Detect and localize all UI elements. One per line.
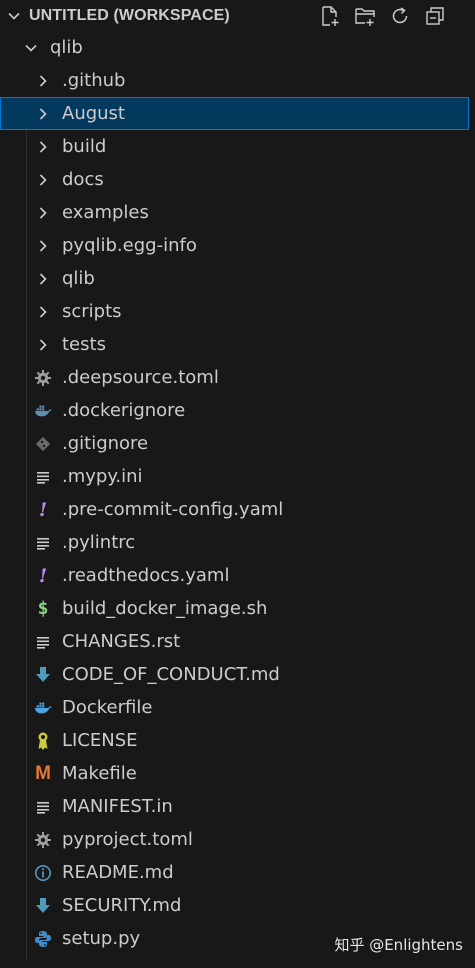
chevron-right-icon bbox=[34, 204, 52, 222]
file-item[interactable]: MANIFEST.in bbox=[0, 790, 469, 823]
chevron-right-icon bbox=[34, 270, 52, 288]
docker-icon bbox=[34, 699, 52, 717]
workspace-title: UNTITLED (WORKSPACE) bbox=[29, 7, 230, 24]
chevron-right-icon bbox=[34, 336, 52, 354]
file-label: .gitignore bbox=[62, 433, 149, 454]
new-file-icon bbox=[322, 6, 339, 26]
folder-label: qlib bbox=[50, 37, 83, 58]
file-label: .pre-commit-config.yaml bbox=[62, 499, 284, 520]
file-item[interactable]: ! .readthedocs.yaml bbox=[0, 559, 469, 592]
watermark: 知乎 @Enlightens bbox=[334, 936, 463, 954]
folder-label: .github bbox=[62, 70, 126, 91]
folder-item[interactable]: examples bbox=[0, 196, 469, 229]
folder-root-qlib[interactable]: qlib bbox=[0, 31, 469, 64]
folder-item[interactable]: scripts bbox=[0, 295, 469, 328]
folder-label: August bbox=[62, 103, 125, 124]
file-label: SECURITY.md bbox=[62, 895, 182, 916]
file-label: CHANGES.rst bbox=[62, 631, 181, 652]
gear-icon bbox=[34, 831, 52, 849]
file-label: .mypy.ini bbox=[62, 466, 143, 487]
chevron-right-icon bbox=[34, 138, 52, 156]
folder-label: pyqlib.egg-info bbox=[62, 235, 197, 256]
file-label: LICENSE bbox=[62, 730, 138, 751]
file-label: Dockerfile bbox=[62, 697, 153, 718]
file-item[interactable]: pyproject.toml bbox=[0, 823, 469, 856]
docker-icon bbox=[34, 402, 52, 420]
folder-item[interactable]: August bbox=[0, 97, 469, 130]
file-item[interactable]: $ build_docker_image.sh bbox=[0, 592, 469, 625]
chevron-down-icon bbox=[22, 39, 40, 57]
collapse-all-button[interactable] bbox=[423, 4, 447, 28]
file-item[interactable]: .deepsource.toml bbox=[0, 361, 469, 394]
file-label: setup.py bbox=[62, 928, 141, 949]
markdown-icon bbox=[34, 666, 52, 684]
file-item[interactable]: .dockerignore bbox=[0, 394, 469, 427]
markdown-icon bbox=[34, 897, 52, 915]
folder-item[interactable]: tests bbox=[0, 328, 469, 361]
folder-label: examples bbox=[62, 202, 149, 223]
file-item[interactable]: .pylintrc bbox=[0, 526, 469, 559]
file-label: .readthedocs.yaml bbox=[62, 565, 230, 586]
file-item[interactable]: M Makefile bbox=[0, 757, 469, 790]
folder-item[interactable]: .github bbox=[0, 64, 469, 97]
makefile-icon: M bbox=[35, 763, 51, 784]
license-icon bbox=[34, 732, 52, 750]
lines-icon bbox=[34, 633, 52, 651]
folder-item[interactable]: qlib bbox=[0, 262, 469, 295]
chevron-right-icon bbox=[34, 171, 52, 189]
git-icon bbox=[34, 435, 52, 453]
file-label: CODE_OF_CONDUCT.md bbox=[62, 664, 280, 685]
file-item[interactable]: Dockerfile bbox=[0, 691, 469, 724]
file-label: MANIFEST.in bbox=[62, 796, 173, 817]
lines-icon bbox=[34, 468, 52, 486]
chevron-right-icon bbox=[34, 105, 52, 123]
info-icon bbox=[34, 864, 52, 882]
file-item[interactable]: SECURITY.md bbox=[0, 889, 469, 922]
file-item[interactable]: CHANGES.rst bbox=[0, 625, 469, 658]
chevron-right-icon bbox=[34, 72, 52, 90]
new-file-button[interactable] bbox=[318, 4, 342, 28]
file-label: Makefile bbox=[62, 763, 137, 784]
file-label: .pylintrc bbox=[62, 532, 136, 553]
file-label: README.md bbox=[62, 862, 174, 883]
file-item[interactable]: CODE_OF_CONDUCT.md bbox=[0, 658, 469, 691]
file-label: .deepsource.toml bbox=[62, 367, 219, 388]
yaml-icon: ! bbox=[38, 499, 48, 521]
chevron-down-icon[interactable] bbox=[6, 8, 22, 24]
refresh-icon bbox=[392, 7, 408, 24]
folder-label: qlib bbox=[62, 268, 95, 289]
collapse-all-icon bbox=[426, 7, 444, 25]
file-item[interactable]: .mypy.ini bbox=[0, 460, 469, 493]
folder-item[interactable]: docs bbox=[0, 163, 469, 196]
file-item[interactable]: LICENSE bbox=[0, 724, 469, 757]
file-item[interactable]: README.md bbox=[0, 856, 469, 889]
chevron-right-icon bbox=[34, 303, 52, 321]
folder-item[interactable]: pyqlib.egg-info bbox=[0, 229, 469, 262]
file-item[interactable]: .gitignore bbox=[0, 427, 469, 460]
python-icon bbox=[34, 930, 52, 948]
file-label: pyproject.toml bbox=[62, 829, 193, 850]
lines-icon bbox=[34, 534, 52, 552]
folder-label: build bbox=[62, 136, 107, 157]
shell-icon: $ bbox=[37, 598, 49, 619]
explorer-actions bbox=[318, 4, 447, 28]
file-item[interactable]: ! .pre-commit-config.yaml bbox=[0, 493, 469, 526]
chevron-right-icon bbox=[34, 237, 52, 255]
gear-icon bbox=[34, 369, 52, 387]
file-label: .dockerignore bbox=[62, 400, 186, 421]
lines-icon bbox=[34, 798, 52, 816]
folder-label: docs bbox=[62, 169, 104, 190]
new-folder-button[interactable] bbox=[353, 4, 377, 28]
folder-label: tests bbox=[62, 334, 106, 355]
file-label: build_docker_image.sh bbox=[62, 598, 268, 619]
new-folder-icon bbox=[355, 8, 375, 26]
refresh-button[interactable] bbox=[388, 4, 412, 28]
yaml-icon: ! bbox=[38, 565, 48, 587]
folder-label: scripts bbox=[62, 301, 122, 322]
folder-item[interactable]: build bbox=[0, 130, 469, 163]
